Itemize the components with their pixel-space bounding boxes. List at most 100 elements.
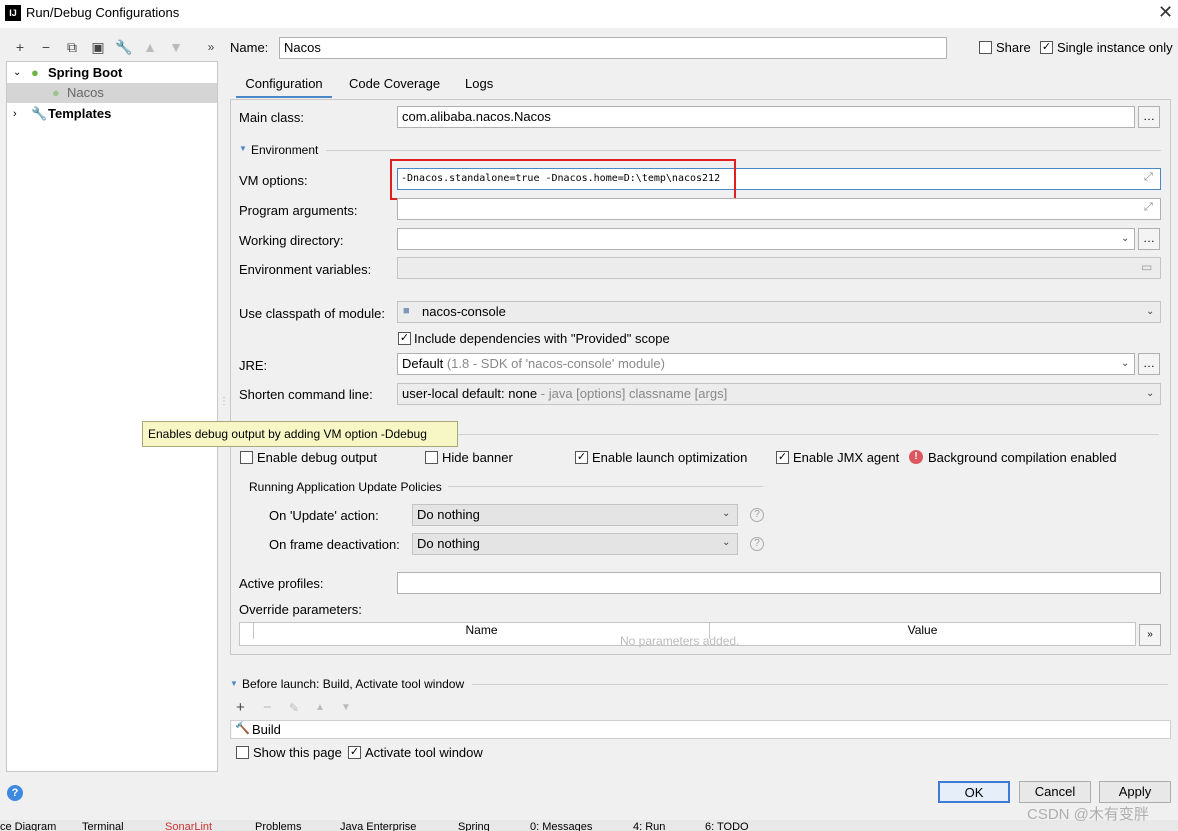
help-icon[interactable]: ? (7, 785, 23, 801)
active-profiles-input[interactable] (397, 572, 1161, 594)
remove-icon[interactable]: − (263, 699, 272, 716)
activate-window-checkbox[interactable]: ✓ (348, 746, 361, 759)
copy-icon[interactable]: ⧉ (63, 38, 81, 56)
hide-banner-checkbox[interactable] (425, 451, 438, 464)
folder-icon[interactable]: ▭ (1141, 260, 1152, 274)
show-page-label: Show this page (253, 745, 342, 760)
chevron-down-icon[interactable]: ⌄ (1146, 388, 1154, 399)
env-vars-input[interactable] (397, 257, 1161, 279)
hide-banner-label: Hide banner (442, 450, 513, 465)
expand-triangle-icon[interactable]: ▼ (239, 144, 247, 153)
classpath-select[interactable]: nacos-console (397, 301, 1161, 323)
status-item-todo[interactable]: 6: TODO (705, 821, 749, 831)
status-bar: ce Diagram Terminal SonarLint Problems J… (0, 820, 1178, 831)
chevron-down-icon[interactable]: ⌄ (722, 508, 730, 519)
activate-window-label: Activate tool window (365, 745, 483, 760)
cancel-button[interactable]: Cancel (1019, 781, 1091, 803)
apply-button[interactable]: Apply (1099, 781, 1171, 803)
ok-button[interactable]: OK (938, 781, 1010, 803)
program-args-label: Program arguments: (239, 203, 358, 218)
chevron-down-icon[interactable]: ⌄ (722, 537, 730, 548)
column-header-value[interactable]: Value (710, 623, 1135, 639)
working-dir-input[interactable] (397, 228, 1135, 250)
add-icon[interactable]: + (11, 38, 29, 56)
move-up-icon[interactable]: ▲ (141, 38, 159, 56)
jre-select[interactable]: Default (1.8 - SDK of 'nacos-console' mo… (397, 353, 1135, 375)
jmx-checkbox[interactable]: ✓ (776, 451, 789, 464)
browse-button[interactable]: … (1138, 106, 1160, 128)
shorten-select[interactable]: user-local default: none - java [options… (397, 383, 1161, 405)
jmx-label: Enable JMX agent (793, 450, 900, 465)
jre-label: JRE: (239, 358, 268, 373)
expand-field-icon[interactable]: ⤢ (1144, 171, 1153, 184)
program-args-input[interactable] (397, 198, 1161, 220)
tab-code-coverage[interactable]: Code Coverage (349, 74, 440, 98)
wrench-icon: 🔧 (31, 106, 48, 121)
remove-icon[interactable]: − (37, 38, 55, 56)
save-icon[interactable]: ▣ (89, 38, 107, 56)
browse-button[interactable]: … (1138, 353, 1160, 375)
share-checkbox[interactable] (979, 41, 992, 54)
chevron-down-icon[interactable]: ⌄ (1146, 306, 1154, 317)
list-item[interactable]: 🔨 Build (232, 721, 1170, 738)
update-action-select[interactable]: Do nothing (412, 504, 738, 526)
frame-deact-select[interactable]: Do nothing (412, 533, 738, 555)
section-divider (455, 434, 1159, 435)
vm-options-label: VM options: (239, 173, 308, 188)
status-item-messages[interactable]: 0: Messages (530, 821, 592, 831)
edit-icon[interactable]: ✎ (289, 701, 299, 715)
enable-debug-checkbox[interactable] (240, 451, 253, 464)
more-icon[interactable]: » (202, 38, 220, 56)
status-item-spring[interactable]: Spring (458, 821, 490, 831)
browse-button[interactable]: … (1138, 228, 1160, 250)
before-launch-label: Before launch: Build, Activate tool wind… (242, 677, 465, 691)
env-vars-label: Environment variables: (239, 262, 372, 277)
jre-value: Default (402, 356, 444, 371)
launch-opt-label: Enable launch optimization (592, 450, 748, 465)
working-dir-label: Working directory: (239, 233, 344, 248)
add-icon[interactable]: + (236, 699, 245, 716)
splitter-handle[interactable]: ⋮ (219, 396, 229, 407)
chevron-down-icon[interactable]: ⌄ (1121, 233, 1129, 244)
include-deps-label: Include dependencies with "Provided" sco… (414, 331, 670, 346)
jre-hint: (1.8 - SDK of 'nacos-console' module) (446, 356, 665, 371)
collapse-icon[interactable]: › (13, 104, 17, 124)
tree-label: Spring Boot (48, 65, 123, 80)
launch-opt-checkbox[interactable]: ✓ (575, 451, 588, 464)
help-icon[interactable]: ? (750, 537, 764, 551)
empty-table-text: No parameters added. (620, 634, 740, 648)
wrench-icon[interactable]: 🔧 (115, 38, 133, 56)
more-icon[interactable]: » (1139, 624, 1161, 646)
status-item-run[interactable]: 4: Run (633, 821, 665, 831)
chevron-down-icon[interactable]: ⌄ (1121, 358, 1129, 369)
move-up-icon[interactable]: ▲ (315, 702, 325, 713)
expand-triangle-icon[interactable]: ▼ (230, 679, 238, 688)
status-item-problems[interactable]: Problems (255, 821, 301, 831)
classpath-label: Use classpath of module: (239, 306, 385, 321)
tree-item-spring-boot[interactable]: ⌄ ● Spring Boot (7, 63, 217, 83)
single-instance-label: Single instance only (1057, 40, 1173, 55)
tree-item-nacos[interactable]: ● Nacos (7, 83, 217, 103)
status-item[interactable]: ce Diagram (0, 821, 56, 831)
include-deps-checkbox[interactable]: ✓ (398, 332, 411, 345)
expand-field-icon[interactable]: ⤢ (1144, 201, 1153, 214)
hammer-icon: 🔨 (235, 721, 250, 735)
show-page-checkbox[interactable] (236, 746, 249, 759)
tab-logs[interactable]: Logs (465, 74, 493, 98)
tooltip: Enables debug output by adding VM option… (142, 421, 458, 447)
name-input[interactable]: Nacos (279, 37, 947, 59)
close-icon[interactable]: ✕ (1158, 2, 1173, 23)
move-down-icon[interactable]: ▼ (167, 38, 185, 56)
status-item-terminal[interactable]: Terminal (82, 821, 124, 831)
title-bar: IJ Run/Debug Configurations ✕ (0, 0, 1178, 28)
single-instance-checkbox[interactable]: ✓ (1040, 41, 1053, 54)
move-down-icon[interactable]: ▼ (341, 702, 351, 713)
tree-item-templates[interactable]: › 🔧 Templates (7, 104, 217, 124)
tab-configuration[interactable]: Configuration (236, 74, 332, 98)
status-item-sonarlint[interactable]: SonarLint (165, 821, 212, 831)
help-icon[interactable]: ? (750, 508, 764, 522)
name-label: Name: (230, 40, 269, 55)
expand-icon[interactable]: ⌄ (13, 63, 21, 83)
status-item-java-enterprise[interactable]: Java Enterprise (340, 821, 416, 831)
main-class-input[interactable]: com.alibaba.nacos.Nacos (397, 106, 1135, 128)
